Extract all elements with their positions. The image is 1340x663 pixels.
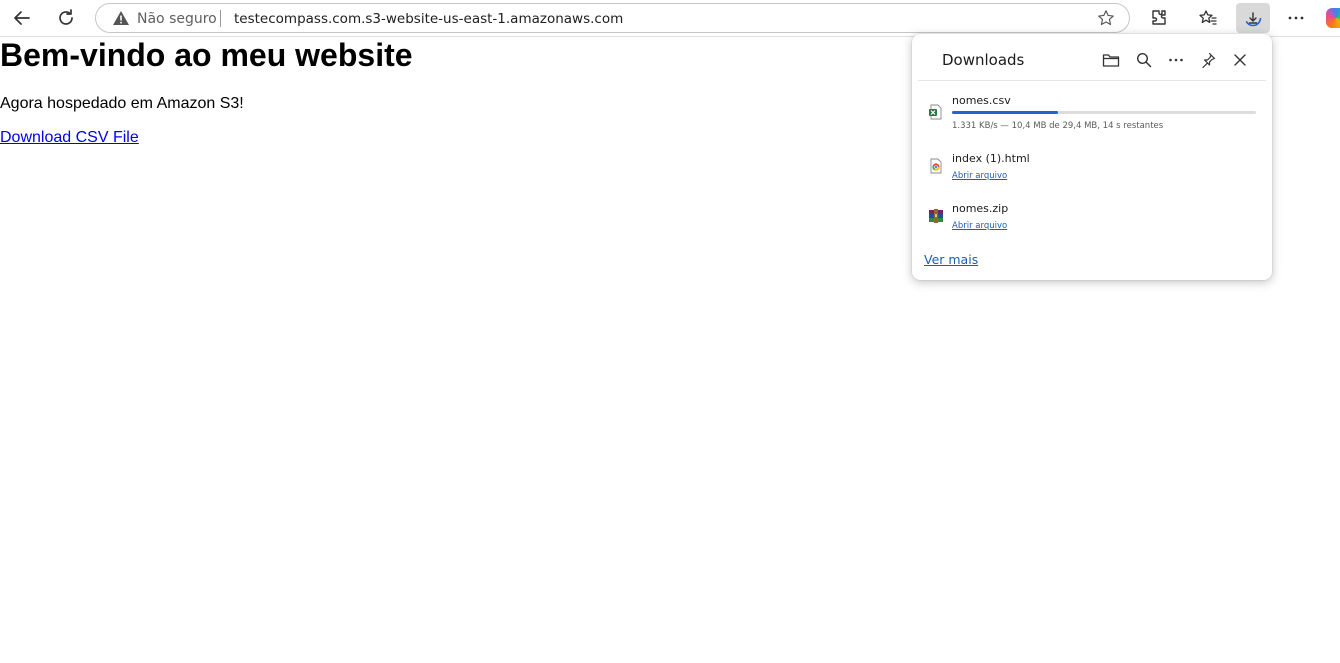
favorite-star-icon[interactable] (1097, 9, 1115, 32)
address-bar[interactable]: Não seguro testecompass.com.s3-website-u… (95, 3, 1130, 33)
back-arrow-icon[interactable] (8, 4, 36, 32)
page-subtitle: Agora hospedado em Amazon S3! (0, 95, 244, 112)
url-text[interactable]: testecompass.com.s3-website-us-east-1.am… (234, 11, 623, 27)
download-name[interactable]: nomes.csv (952, 94, 1011, 107)
pin-icon[interactable] (1197, 49, 1219, 71)
downloads-icon[interactable] (1236, 3, 1270, 33)
open-file-link[interactable]: Abrir arquivo (952, 171, 1007, 181)
refresh-icon[interactable] (52, 4, 80, 32)
security-status-label[interactable]: Não seguro (137, 11, 217, 27)
download-name[interactable]: nomes.zip (952, 202, 1008, 215)
page-title: Bem-vindo ao meu website (0, 37, 413, 73)
download-status: 1.331 KB/s — 10,4 MB de 29,4 MB, 14 s re… (952, 121, 1164, 131)
search-icon[interactable] (1133, 49, 1155, 71)
more-icon[interactable] (1165, 49, 1187, 71)
excel-file-icon (928, 104, 944, 120)
open-file-link[interactable]: Abrir arquivo (952, 221, 1007, 231)
zip-archive-icon (928, 208, 944, 224)
downloads-panel: Downloads nomes.csv 1.331 KB/s — 10,4 MB… (912, 34, 1272, 280)
copilot-icon[interactable] (1326, 8, 1340, 28)
download-name[interactable]: index (1).html (952, 152, 1030, 165)
favorites-icon[interactable] (1194, 4, 1222, 32)
folder-icon[interactable] (1100, 49, 1122, 71)
extensions-icon[interactable] (1145, 4, 1173, 32)
see-more-link[interactable]: Ver mais (924, 252, 978, 267)
more-options-icon[interactable] (1282, 4, 1310, 32)
downloads-title: Downloads (942, 51, 1025, 69)
browser-toolbar: Não seguro testecompass.com.s3-website-u… (0, 0, 1340, 37)
downloads-divider (918, 80, 1266, 81)
address-divider (220, 10, 221, 27)
warning-icon[interactable] (112, 10, 130, 31)
html-file-icon (928, 158, 944, 174)
download-progress-bar (952, 111, 1256, 114)
download-csv-link[interactable]: Download CSV File (0, 129, 139, 147)
download-progress-fill (952, 111, 1059, 114)
close-icon[interactable] (1229, 49, 1251, 71)
